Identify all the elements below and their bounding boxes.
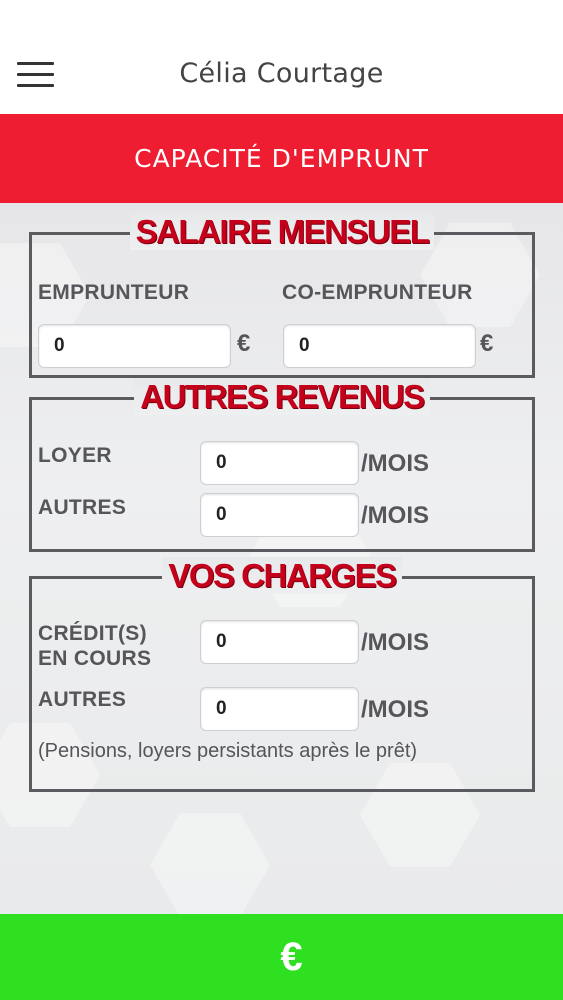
autres-charges-label: AUTRES: [38, 688, 127, 711]
loyer-input[interactable]: [200, 441, 359, 485]
co-emprunteur-salary-input[interactable]: [283, 324, 476, 368]
credits-label-line2: EN COURS: [38, 647, 152, 670]
section-vos-charges: VOS CHARGES CRÉDIT(S) EN COURS /MOIS AUT…: [29, 557, 535, 792]
form-content: SALAIRE MENSUEL EMPRUNTEUR CO-EMPRUNTEUR…: [0, 203, 563, 914]
co-emprunteur-currency-label: €: [480, 330, 494, 357]
credits-label-line1: CRÉDIT(S): [38, 622, 147, 645]
autres-revenus-label: AUTRES: [38, 496, 127, 519]
emprunteur-label: EMPRUNTEUR: [38, 281, 190, 304]
section-title-charges-text: VOS CHARGES: [162, 557, 402, 594]
co-emprunteur-label: CO-EMPRUNTEUR: [282, 281, 473, 304]
section-title-salaire-text: SALAIRE MENSUEL: [129, 213, 435, 250]
section-salaire-mensuel: SALAIRE MENSUEL EMPRUNTEUR CO-EMPRUNTEUR…: [29, 213, 535, 378]
emprunteur-currency-label: €: [237, 330, 251, 357]
autres-charges-unit-label: /MOIS: [361, 696, 430, 723]
app-title: Célia Courtage: [179, 58, 384, 89]
section-title-salaire: SALAIRE MENSUEL: [32, 213, 532, 251]
autres-revenus-unit-label: /MOIS: [361, 502, 430, 529]
euro-icon: €: [280, 934, 303, 979]
emprunteur-salary-input[interactable]: [38, 324, 231, 368]
loyer-unit-label: /MOIS: [361, 450, 430, 477]
credits-unit-label: /MOIS: [361, 629, 430, 656]
calculate-button[interactable]: €: [0, 914, 563, 1000]
autres-charges-input[interactable]: [200, 687, 359, 731]
section-title-charges: VOS CHARGES: [32, 557, 532, 595]
credits-label: CRÉDIT(S) EN COURS: [38, 621, 151, 671]
app-header: Célia Courtage: [0, 0, 563, 114]
page-title-banner: CAPACITÉ D'EMPRUNT: [0, 114, 563, 203]
section-title-revenus-text: AUTRES REVENUS: [134, 378, 430, 415]
loyer-label: LOYER: [38, 444, 112, 467]
charges-note: (Pensions, loyers persistants après le p…: [38, 740, 418, 762]
section-title-revenus: AUTRES REVENUS: [32, 378, 532, 416]
credits-en-cours-input[interactable]: [200, 620, 359, 664]
section-autres-revenus: AUTRES REVENUS LOYER /MOIS AUTRES /MOIS: [29, 378, 535, 552]
background-hexagon: [150, 813, 270, 914]
autres-revenus-input[interactable]: [200, 493, 359, 537]
